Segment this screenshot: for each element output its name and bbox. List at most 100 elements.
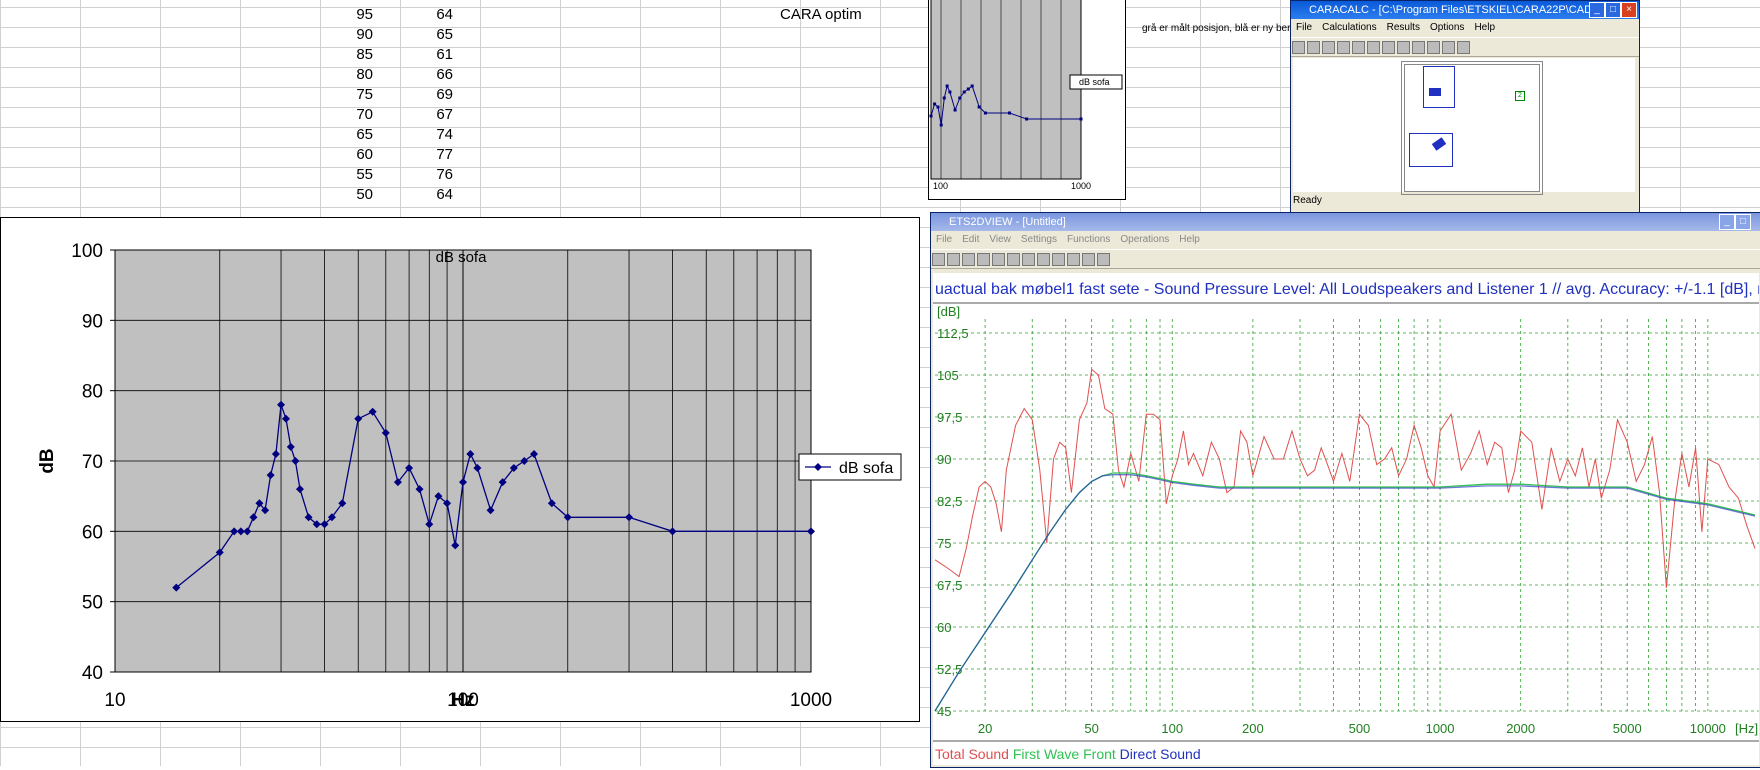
mini-chart[interactable]: dB sofa 100 1000 xyxy=(928,0,1126,200)
y-tick-label: 105 xyxy=(937,368,959,383)
y-tick-label: 70 xyxy=(82,452,103,473)
legend-direct: Direct Sound xyxy=(1116,746,1201,762)
cell-db[interactable]: 76 xyxy=(393,166,453,183)
wall-icon[interactable] xyxy=(1382,41,1395,54)
y-tick-label: 52,5 xyxy=(937,662,962,677)
save-icon[interactable] xyxy=(962,253,975,266)
y-tick-label: 80 xyxy=(82,382,103,403)
cell-hz[interactable]: 55 xyxy=(313,166,373,183)
settings-icon[interactable] xyxy=(1427,41,1440,54)
ets2dview-plot-area[interactable]: uactual bak møbel1 fast sete - Sound Pre… xyxy=(933,273,1760,765)
speaker-icon-1[interactable] xyxy=(1429,88,1441,96)
preview-icon[interactable] xyxy=(1052,253,1065,266)
menu-item-edit[interactable]: Edit xyxy=(962,234,979,245)
cell-hz[interactable]: 95 xyxy=(313,6,373,23)
x-axis-title: Hz xyxy=(451,690,474,711)
ets2dview-window[interactable]: ETS2DVIEW - [Untitled] _ □ File Edit View S… xyxy=(930,212,1760,768)
cell-hz[interactable]: 75 xyxy=(313,86,373,103)
minimize-icon[interactable]: _ xyxy=(1589,2,1605,18)
y-tick-label: 50 xyxy=(82,593,103,614)
paste-icon[interactable] xyxy=(1007,253,1020,266)
ets2dview-title: ETS2DVIEW - [Untitled] xyxy=(949,216,1066,228)
cell-hz[interactable]: 60 xyxy=(313,146,373,163)
y-axis-title: dB xyxy=(37,448,58,473)
cell-db[interactable]: 67 xyxy=(393,106,453,123)
y-tick-label: 90 xyxy=(82,311,103,332)
menu-item-options[interactable]: Options xyxy=(1430,22,1464,33)
series-total-sound xyxy=(934,368,1756,588)
menu-item-calculations[interactable]: Calculations xyxy=(1322,22,1376,33)
y-tick-label: 90 xyxy=(937,452,951,467)
maximize-icon[interactable]: □ xyxy=(1605,2,1621,18)
close-icon[interactable]: × xyxy=(1621,2,1637,18)
note-cell[interactable]: grå er målt posisjon, blå er ny bere xyxy=(1142,23,1292,34)
cell-db[interactable]: 77 xyxy=(393,146,453,163)
maximize-icon[interactable]: □ xyxy=(1735,214,1751,230)
cara-optim-cell[interactable]: CARA optim xyxy=(780,6,862,23)
menu-item-results[interactable]: Results xyxy=(1387,22,1420,33)
mini-data-point xyxy=(942,96,946,100)
mini-data-point xyxy=(1025,117,1029,121)
x-tick-label: 200 xyxy=(1242,721,1264,736)
cell-db[interactable]: 64 xyxy=(393,186,453,203)
mini-data-point xyxy=(929,114,933,118)
context-help-icon[interactable] xyxy=(1082,253,1095,266)
undo-icon[interactable] xyxy=(1022,253,1035,266)
help-icon[interactable] xyxy=(1442,41,1455,54)
cell-db[interactable]: 66 xyxy=(393,66,453,83)
cell-db[interactable]: 74 xyxy=(393,126,453,143)
cell-hz[interactable]: 80 xyxy=(313,66,373,83)
mini-data-point xyxy=(948,90,952,94)
minimize-icon[interactable]: _ xyxy=(1719,214,1735,230)
cell-hz[interactable]: 85 xyxy=(313,46,373,63)
open-icon[interactable] xyxy=(947,253,960,266)
cut-icon[interactable] xyxy=(977,253,990,266)
listener-icon[interactable] xyxy=(1337,41,1350,54)
menu-item-file[interactable]: File xyxy=(1296,22,1312,33)
room-icon[interactable] xyxy=(1352,41,1365,54)
menu-item-functions[interactable]: Functions xyxy=(1067,234,1110,245)
excel-chart[interactable]: 100 90 80 70 60 50 40 10 100 1000 Hz dB dB sofa dB so… xyxy=(0,217,920,722)
menu-item-view[interactable]: View xyxy=(989,234,1011,245)
excel-chart-svg: 10090807060504010 100 1000HzdBdB sofadB so… xyxy=(37,241,902,711)
grid-icon[interactable] xyxy=(1412,41,1425,54)
print-icon[interactable] xyxy=(1037,253,1050,266)
menu-item-help[interactable]: Help xyxy=(1179,234,1200,245)
book-icon[interactable] xyxy=(1097,253,1110,266)
cell-db[interactable]: 69 xyxy=(393,86,453,103)
menu-item-help[interactable]: Help xyxy=(1474,22,1495,33)
caracalc-window[interactable]: CARACALC - [C:\Program Files\ETSKIEL\CAR… xyxy=(1290,0,1640,214)
caracalc-canvas[interactable]: 2 xyxy=(1293,58,1635,195)
series-direct-sound xyxy=(934,474,1756,712)
caracalc-titlebar[interactable]: CARACALC - [C:\Program Files\ETSKIEL\CAR… xyxy=(1291,1,1639,19)
new-icon[interactable] xyxy=(932,253,945,266)
copy-icon[interactable] xyxy=(992,253,1005,266)
mini-data-point xyxy=(958,96,962,100)
cell-db[interactable]: 65 xyxy=(393,26,453,43)
menu-item-file[interactable]: File xyxy=(936,234,952,245)
calc-icon[interactable] xyxy=(1367,41,1380,54)
mini-data-point xyxy=(936,105,940,109)
help-icon[interactable] xyxy=(1067,253,1080,266)
plot-header: uactual bak møbel1 fast sete - Sound Pre… xyxy=(935,281,1759,298)
menu-item-operations[interactable]: Operations xyxy=(1120,234,1169,245)
cell-db[interactable]: 61 xyxy=(393,46,453,63)
ets2dview-titlebar[interactable]: ETS2DVIEW - [Untitled] xyxy=(931,213,1760,231)
cell-hz[interactable]: 90 xyxy=(313,26,373,43)
y-tick-label: 60 xyxy=(82,522,103,543)
menu-item-settings[interactable]: Settings xyxy=(1021,234,1057,245)
wand-icon[interactable] xyxy=(1397,41,1410,54)
save-icon[interactable] xyxy=(1307,41,1320,54)
legend-label: dB sofa xyxy=(839,460,893,477)
book-icon[interactable] xyxy=(1457,41,1470,54)
cell-hz[interactable]: 50 xyxy=(313,186,373,203)
speaker-icon[interactable] xyxy=(1322,41,1335,54)
listener-marker[interactable]: 2 xyxy=(1515,91,1525,101)
cell-hz[interactable]: 70 xyxy=(313,106,373,123)
mini-data-point xyxy=(953,108,957,112)
cell-hz[interactable]: 65 xyxy=(313,126,373,143)
open-icon[interactable] xyxy=(1292,41,1305,54)
cell-db[interactable]: 64 xyxy=(393,6,453,23)
caracalc-title: CARACALC - [C:\Program Files\ETSKIEL\CAR… xyxy=(1309,4,1632,16)
legend-first: First Wave Front xyxy=(1009,746,1116,762)
